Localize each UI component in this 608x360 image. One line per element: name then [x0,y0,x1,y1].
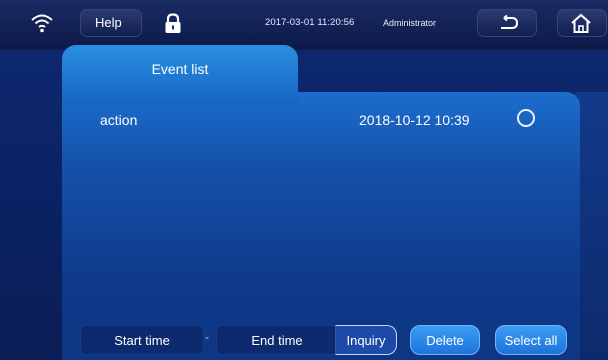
delete-button[interactable]: Delete [410,325,480,355]
back-icon [501,15,519,29]
user-name: Administrator [383,18,437,28]
screen: Help 2017-03-01 11:20:56 Administrator E… [0,0,608,360]
end-time-field[interactable]: End time [216,325,338,355]
top-bar: Help 2017-03-01 11:20:56 Administrator [0,0,608,50]
start-time-field[interactable]: Start time [80,325,204,355]
lock-icon[interactable] [163,13,183,34]
select-all-button[interactable]: Select all [495,325,567,355]
list-item[interactable]: action 2018-10-12 10:39 [0,102,580,138]
datetime: 2017-03-01 11:20:56 [265,17,355,28]
range-separator: - [205,330,209,344]
tab-event-list[interactable]: Event list [62,45,298,105]
event-title: action [100,112,138,128]
help-label: Help [95,15,122,30]
home-icon [571,13,591,33]
inquiry-button[interactable]: Inquiry [335,325,397,355]
home-button[interactable] [557,9,607,37]
help-button[interactable]: Help [80,9,142,37]
tab-label: Event list [151,61,209,77]
wifi-icon [31,14,53,33]
event-select-radio[interactable] [517,109,535,127]
event-time: 2018-10-12 10:39 [359,112,470,128]
back-button[interactable] [477,9,537,37]
